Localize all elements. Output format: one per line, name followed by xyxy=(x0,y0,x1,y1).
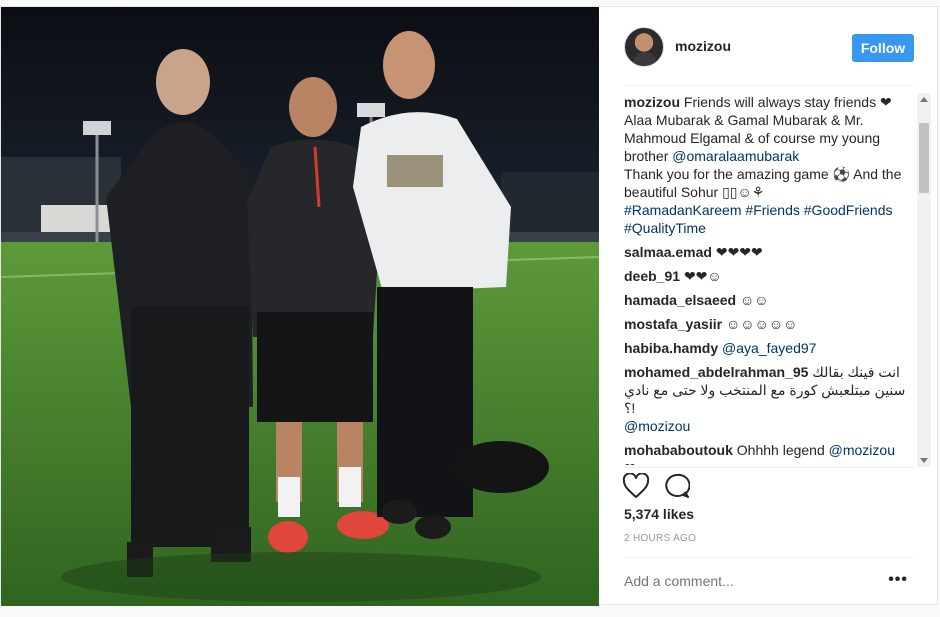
comment-mention[interactable]: @mozizou xyxy=(624,418,690,434)
comment-author[interactable]: hamada_elsaeed xyxy=(624,292,736,308)
hashtag-friends[interactable]: #Friends xyxy=(745,202,799,218)
comment-item: habiba.hamdy @aya_fayed97 xyxy=(624,339,914,357)
speech-bubble-icon[interactable] xyxy=(664,473,690,499)
comment-author[interactable]: mohamed_abdelrahman_95 xyxy=(624,364,808,380)
hashtag-qualitytime[interactable]: #QualityTime xyxy=(624,220,706,236)
avatar[interactable] xyxy=(624,27,664,67)
post-header: mozizou Follow xyxy=(624,27,914,67)
comment-text: ☺☺ xyxy=(739,292,769,308)
comment-item: mohamed_abdelrahman_95 انت فينك بقالك سن… xyxy=(624,363,914,435)
post-timestamp: 2 HOURS AGO xyxy=(624,533,697,544)
post-photo[interactable] xyxy=(1,7,599,606)
hashtag-ramadankareem[interactable]: #RamadanKareem xyxy=(624,202,742,218)
header-divider xyxy=(624,85,914,86)
comment-author[interactable]: deeb_91 xyxy=(624,268,680,284)
comment-text: ❤❤☺ xyxy=(683,268,722,284)
comment-item: mostafa_yasiir ☺☺☺☺☺ xyxy=(624,315,914,333)
comment-author[interactable]: salmaa.emad xyxy=(624,244,712,260)
add-comment-input[interactable] xyxy=(624,569,874,593)
comment-author[interactable]: mohababoutouk xyxy=(624,442,733,458)
caption-line-1: Friends will always stay friends ❤ xyxy=(683,94,892,110)
comment-mention[interactable]: @mozizou xyxy=(829,442,895,458)
comment-item: deeb_91 ❤❤☺ xyxy=(624,267,914,285)
caption: mozizou Friends will always stay friends… xyxy=(624,93,914,237)
footer-divider xyxy=(624,557,914,558)
comments-scrollbar[interactable] xyxy=(917,93,931,467)
comment-item: salmaa.emad ❤❤❤❤ xyxy=(624,243,914,261)
comment-author[interactable]: mostafa_yasiir xyxy=(624,316,722,332)
heart-outline-icon[interactable] xyxy=(622,473,650,499)
likes-count[interactable]: 5,374 likes xyxy=(624,506,694,522)
scroll-up-arrow-icon[interactable] xyxy=(920,97,928,102)
photo-scene xyxy=(1,7,599,606)
comments-divider xyxy=(624,467,914,468)
comment-text: Ohhhh legend xyxy=(736,442,825,458)
scroll-down-arrow-icon[interactable] xyxy=(920,458,928,463)
follow-button[interactable]: Follow xyxy=(852,34,914,62)
comments-list: mozizou Friends will always stay friends… xyxy=(624,93,914,465)
comment-tail: ❤ xyxy=(624,460,636,465)
comment-item: hamada_elsaeed ☺☺ xyxy=(624,291,914,309)
comment-item: mohababoutouk Ohhhh legend @mozizou ❤ xyxy=(624,441,914,465)
comment-text: ❤❤❤❤ xyxy=(715,244,763,260)
scroll-thumb[interactable] xyxy=(919,123,929,193)
caption-line-3: Thank you for the amazing game ⚽ And the… xyxy=(624,166,902,200)
instagram-post: mozizou Follow mozizou Friends will alwa… xyxy=(0,6,938,606)
comment-author[interactable]: habiba.hamdy xyxy=(624,340,718,356)
hashtag-goodfriends[interactable]: #GoodFriends xyxy=(804,202,893,218)
caption-mention[interactable]: @omaralaamubarak xyxy=(672,148,799,164)
post-sidebar: mozizou Follow mozizou Friends will alwa… xyxy=(600,7,938,606)
caption-author[interactable]: mozizou xyxy=(624,94,680,110)
more-options-icon[interactable]: ••• xyxy=(888,572,908,588)
comment-mention[interactable]: @aya_fayed97 xyxy=(722,340,816,356)
comment-text: ☺☺☺☺☺ xyxy=(725,316,798,332)
username[interactable]: mozizou xyxy=(675,38,731,54)
